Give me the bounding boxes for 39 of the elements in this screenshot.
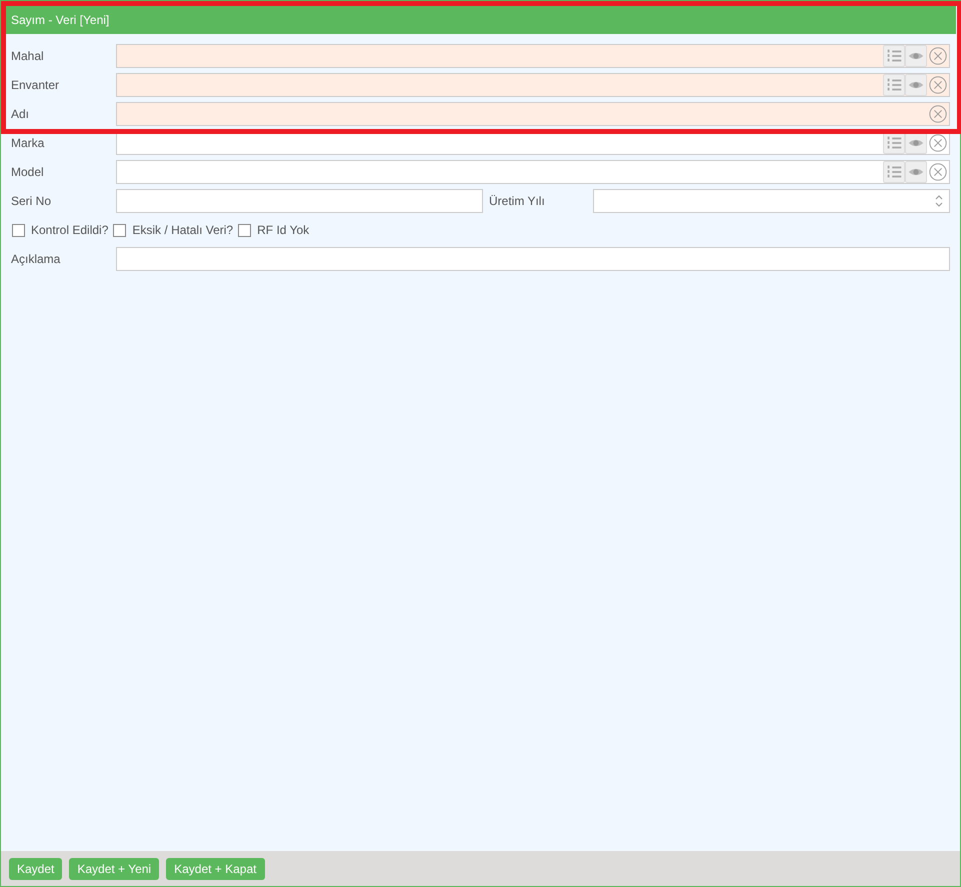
list-icon[interactable] [883,74,905,96]
clear-icon[interactable] [927,132,949,154]
checkbox-label: Kontrol Edildi? [31,222,108,239]
field-label: Seri No [11,193,52,210]
field-label: Model [11,164,45,181]
checkbox[interactable] [113,224,126,236]
save-button[interactable]: Kaydet [9,858,62,880]
clear-icon[interactable] [927,103,949,125]
input-field[interactable] [116,73,950,97]
number-field[interactable] [593,189,950,213]
eye-icon[interactable] [905,74,927,96]
field-label: Envanter [11,77,60,94]
input-field[interactable] [116,189,483,213]
field-label: Açıklama [11,251,62,268]
list-icon[interactable] [883,161,905,183]
field-label: Mahal [11,48,45,65]
eye-icon[interactable] [905,161,927,183]
eye-icon[interactable] [905,132,927,154]
checkbox-label: Eksik / Hatalı Veri? [132,222,234,239]
field-label: Adı [11,106,30,123]
checkbox-label: RF Id Yok [257,222,310,239]
save-button[interactable]: Kaydet + Kapat [166,858,264,880]
input-field[interactable] [116,44,950,68]
field-label: Marka [11,135,46,152]
input-field[interactable] [116,247,950,271]
window-title: Sayım - Veri [Yeni] [11,12,110,28]
save-button[interactable]: Kaydet + Yeni [69,858,160,880]
list-icon[interactable] [883,132,905,154]
input-field[interactable] [116,102,950,126]
field-label: Üretim Yılı [488,193,546,210]
checkbox[interactable] [12,224,25,236]
clear-icon[interactable] [927,74,949,96]
clear-icon[interactable] [927,45,949,67]
eye-icon[interactable] [905,45,927,67]
clear-icon[interactable] [927,161,949,183]
list-icon[interactable] [883,45,905,67]
input-field[interactable] [116,160,950,184]
checkbox[interactable] [238,224,252,236]
spinner-icon[interactable] [934,193,944,209]
